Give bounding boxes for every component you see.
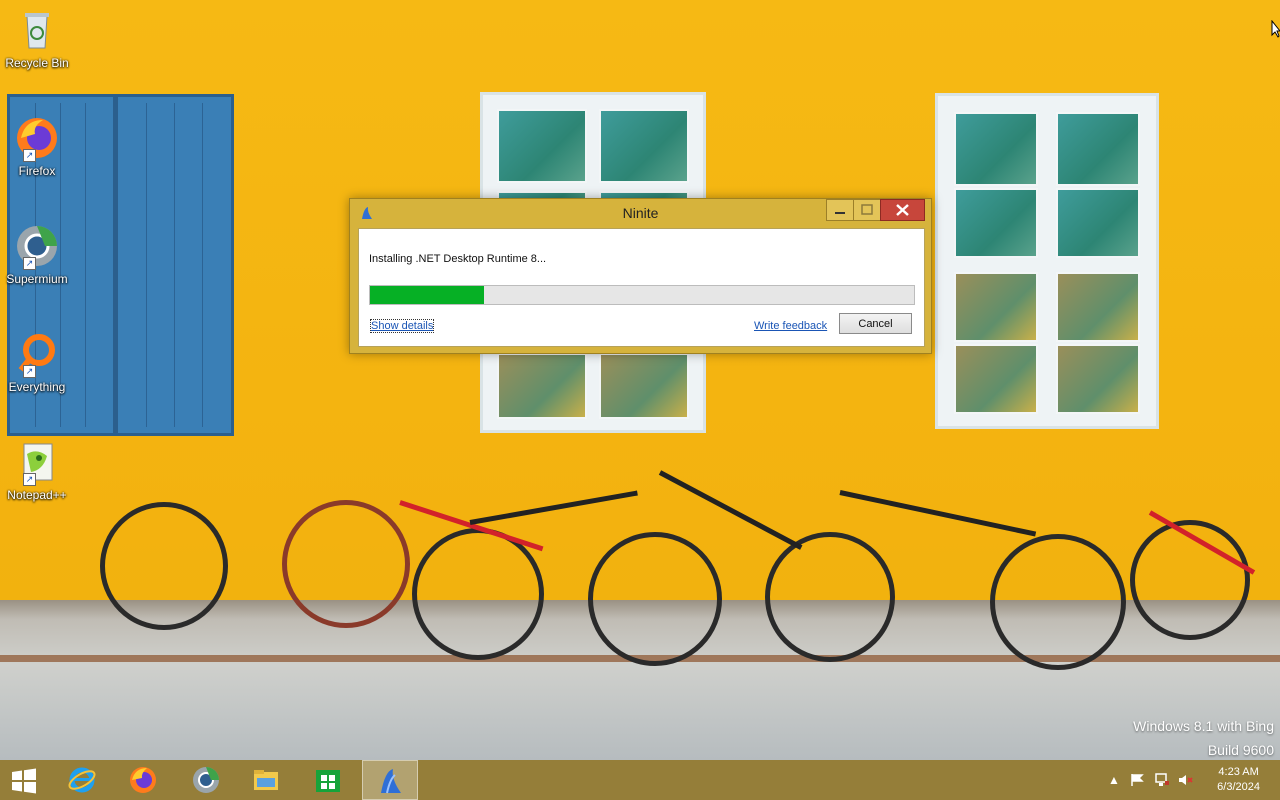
desktop-icon-label: Notepad++ — [7, 488, 67, 502]
clock-date: 6/3/2024 — [1217, 781, 1260, 793]
shortcut-arrow-icon: ↗ — [23, 257, 36, 270]
taskbar: ▲ 4:23 AM 6/3/2024 — [0, 760, 1280, 800]
clock-time: 4:23 AM — [1218, 766, 1259, 778]
windows-watermark: Windows 8.1 with Bing Build 9600 — [1133, 714, 1274, 762]
windows-logo-icon — [12, 768, 36, 794]
desktop-icon-everything[interactable]: ↗ Everything — [0, 332, 74, 394]
start-button[interactable] — [10, 768, 38, 794]
taskbar-store[interactable] — [300, 760, 356, 800]
supermium-icon: ↗ — [15, 224, 59, 270]
desktop-icon-label: Recycle Bin — [5, 56, 69, 70]
shortcut-arrow-icon: ↗ — [23, 365, 36, 378]
firefox-icon: ↗ — [15, 116, 59, 162]
dialog-body: Installing .NET Desktop Runtime 8... Sho… — [358, 228, 925, 347]
ninite-icon — [381, 769, 401, 794]
title-bar[interactable]: Ninite — [350, 199, 931, 227]
install-progress-bar — [369, 285, 915, 305]
desktop-icon-label: Supermium — [6, 272, 68, 286]
taskbar-clock[interactable]: 4:23 AM 6/3/2024 — [1217, 765, 1260, 795]
action-center-flag-icon[interactable] — [1130, 773, 1144, 790]
everything-icon: ↗ — [15, 332, 59, 378]
desktop-icon-recycle-bin[interactable]: Recycle Bin — [0, 8, 74, 70]
taskbar-ninite[interactable] — [362, 760, 418, 800]
recycle-bin-icon — [15, 8, 59, 52]
volume-muted-icon[interactable] — [1178, 773, 1194, 790]
shortcut-arrow-icon: ↗ — [23, 149, 36, 162]
taskbar-firefox[interactable] — [115, 760, 171, 800]
network-icon[interactable] — [1154, 773, 1170, 790]
internet-explorer-icon — [68, 767, 96, 793]
write-feedback-link[interactable]: Write feedback — [754, 320, 827, 332]
desktop-icon-firefox[interactable]: ↗ Firefox — [0, 116, 74, 178]
cancel-button[interactable]: Cancel — [839, 313, 912, 334]
watermark-build: Build 9600 — [1207, 742, 1274, 758]
desktop-icon-label: Everything — [8, 380, 66, 394]
desktop-icon-label: Firefox — [18, 164, 56, 178]
taskbar-file-explorer[interactable] — [238, 760, 294, 800]
building-window — [935, 93, 1159, 429]
desktop-icon-notepadpp[interactable]: ↗ Notepad++ — [0, 440, 74, 502]
desktop-wallpaper — [0, 0, 1280, 760]
maximize-button[interactable] — [853, 199, 881, 221]
shortcut-arrow-icon: ↗ — [23, 473, 36, 486]
firefox-icon — [130, 767, 156, 793]
show-hidden-icons-chevron-icon[interactable]: ▲ — [1108, 773, 1120, 787]
close-button[interactable] — [880, 199, 925, 221]
install-status-text: Installing .NET Desktop Runtime 8... — [369, 253, 547, 265]
notepadpp-icon: ↗ — [15, 440, 59, 486]
desktop-icon-supermium[interactable]: ↗ Supermium — [0, 224, 74, 286]
mouse-cursor-icon — [1271, 20, 1280, 38]
watermark-edition: Windows 8.1 with Bing — [1133, 718, 1274, 734]
taskbar-internet-explorer[interactable] — [54, 760, 110, 800]
file-explorer-icon — [254, 770, 278, 790]
taskbar-supermium[interactable] — [178, 760, 234, 800]
progress-fill — [370, 286, 485, 304]
ninite-window: Ninite Installing .NET Desktop Runtime 8… — [349, 198, 932, 354]
blue-shutter — [115, 94, 234, 436]
store-icon — [316, 770, 340, 792]
minimize-button[interactable] — [826, 199, 854, 221]
supermium-icon — [193, 767, 219, 793]
show-details-link[interactable]: Show details — [369, 319, 435, 333]
